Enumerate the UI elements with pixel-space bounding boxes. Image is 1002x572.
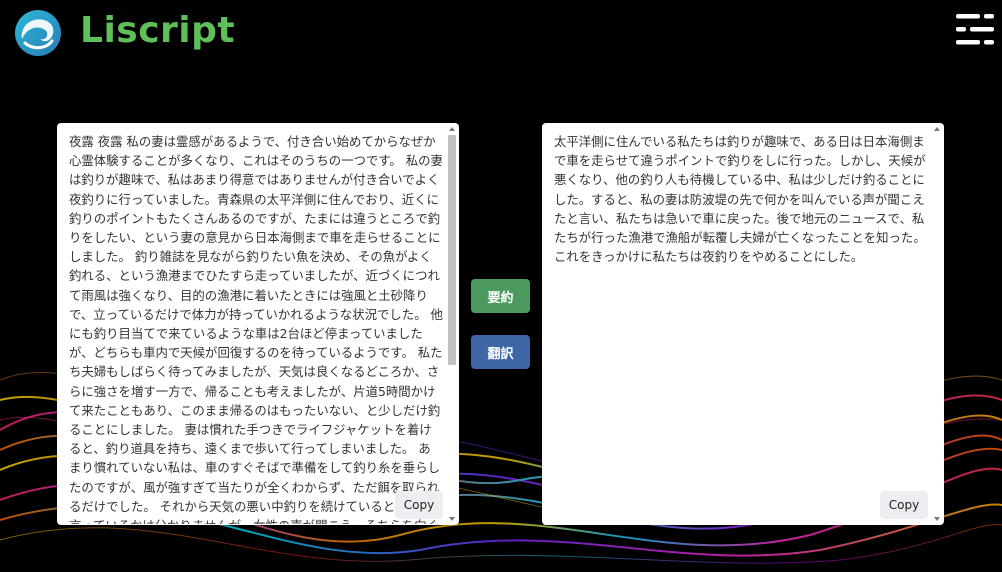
- brand-name[interactable]: Liscript: [80, 10, 235, 51]
- scroll-thumb[interactable]: [448, 135, 456, 365]
- input-textarea[interactable]: 夜露 夜露 私の妻は霊感があるようで、付き合い始めてからなぜか心霊体験することが…: [69, 132, 443, 524]
- input-text-panel[interactable]: 夜露 夜露 私の妻は霊感があるようで、付き合い始めてからなぜか心霊体験することが…: [57, 123, 459, 525]
- output-textarea[interactable]: 太平洋側に住んでいる私たちは釣りが趣味で、ある日は日本海側まで車を走らせて違うポ…: [554, 132, 928, 512]
- scroll-up-icon[interactable]: [934, 127, 940, 131]
- liscript-logo-icon[interactable]: [13, 8, 63, 58]
- output-scrollbar[interactable]: [932, 125, 942, 523]
- input-copy-button[interactable]: Copy: [395, 491, 443, 519]
- input-scrollbar[interactable]: [447, 125, 457, 523]
- scroll-up-icon[interactable]: [449, 127, 455, 131]
- scroll-down-icon[interactable]: [934, 517, 940, 521]
- header-bar: Liscript: [0, 0, 1002, 64]
- output-copy-button[interactable]: Copy: [880, 491, 928, 519]
- translate-button[interactable]: 翻訳: [471, 335, 530, 369]
- summarize-button[interactable]: 要約: [471, 279, 530, 313]
- output-text-panel[interactable]: 太平洋側に住んでいる私たちは釣りが趣味で、ある日は日本海側まで車を走らせて違うポ…: [542, 123, 944, 525]
- scroll-down-icon[interactable]: [449, 517, 455, 521]
- hamburger-menu-icon[interactable]: [952, 12, 996, 48]
